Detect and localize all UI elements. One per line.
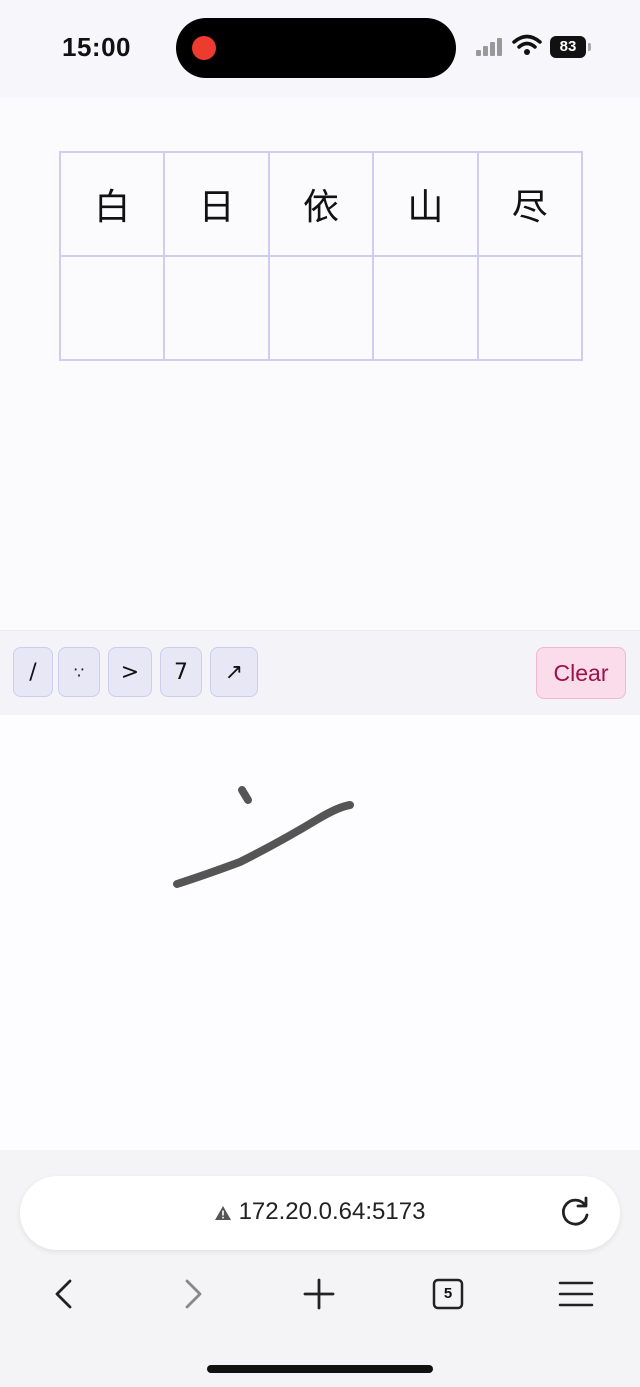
candidate-button[interactable]: 7 (160, 647, 202, 697)
grid-cell-empty[interactable] (164, 256, 269, 360)
warning-icon (214, 1205, 231, 1220)
grid-cell: 山 (373, 152, 478, 256)
candidate-toolbar: / ∵ > 7 ↗ Clear (0, 630, 640, 716)
stroke-dot (238, 786, 252, 804)
candidate-button[interactable]: ↗ (210, 647, 258, 697)
stroke-rising-line (173, 801, 354, 888)
grid-cell-empty[interactable] (268, 256, 374, 360)
recording-indicator-icon (192, 36, 216, 60)
grid-cell: 依 (268, 152, 374, 256)
url-text: 172.20.0.64:5173 (238, 1198, 426, 1225)
forward-icon[interactable] (173, 1274, 213, 1314)
new-tab-icon[interactable] (299, 1274, 339, 1314)
tab-count: 5 (443, 1285, 453, 1302)
address-bar[interactable]: 172.20.0.64:5173 (20, 1176, 620, 1250)
candidate-button[interactable]: / (13, 647, 53, 697)
grid-cell: 白 (60, 152, 165, 256)
cellular-signal-icon (476, 38, 506, 56)
home-indicator (207, 1365, 433, 1373)
clear-button[interactable]: Clear (536, 647, 626, 699)
candidate-button[interactable]: > (108, 647, 152, 697)
handwriting-strokes (173, 786, 354, 888)
grid-cell-empty[interactable] (373, 256, 478, 360)
wifi-icon (512, 34, 542, 55)
grid-cell: 尽 (477, 152, 582, 256)
character-grid: 白 日 依 山 尽 (59, 151, 583, 361)
back-icon[interactable] (44, 1274, 84, 1314)
browser-toolbar: 172.20.0.64:5173 5 (0, 1150, 640, 1387)
candidate-button[interactable]: ∵ (58, 647, 100, 697)
grid-cell-empty[interactable] (477, 256, 582, 360)
battery-tip (588, 43, 591, 51)
status-time: 15:00 (62, 32, 131, 62)
dynamic-island (176, 18, 456, 78)
grid-cell-empty[interactable] (60, 256, 165, 360)
reload-icon[interactable] (557, 1195, 593, 1231)
menu-icon[interactable] (556, 1274, 596, 1314)
grid-cell: 日 (164, 152, 269, 256)
status-bar: 15:00 83 (0, 0, 640, 98)
tabs-button[interactable]: 5 (428, 1274, 468, 1314)
handwriting-canvas[interactable] (0, 715, 640, 1150)
battery-icon: 83 (550, 36, 586, 58)
